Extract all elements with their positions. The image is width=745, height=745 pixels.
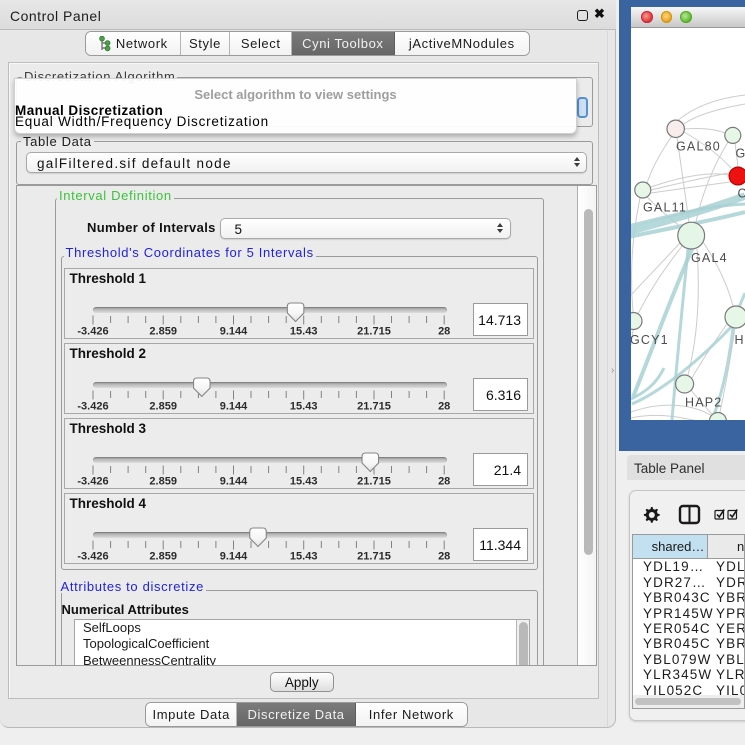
svg-text:GAL80: GAL80	[676, 140, 721, 154]
svg-text:C: C	[738, 187, 745, 201]
svg-text:GCY1: GCY1	[631, 333, 669, 347]
svg-text:2.859: 2.859	[149, 476, 177, 488]
svg-text:21.715: 21.715	[357, 326, 391, 338]
svg-text:28: 28	[438, 401, 450, 413]
svg-text:-3.426: -3.426	[77, 401, 108, 413]
svg-text:2.859: 2.859	[149, 551, 177, 563]
svg-text:15.43: 15.43	[290, 401, 318, 413]
svg-text:28: 28	[438, 326, 450, 338]
svg-text:HAP2: HAP2	[685, 396, 722, 410]
svg-text:2.859: 2.859	[149, 401, 177, 413]
svg-text:9.144: 9.144	[220, 551, 248, 563]
svg-text:GAL4: GAL4	[691, 251, 728, 265]
svg-text:9.144: 9.144	[220, 401, 248, 413]
svg-text:9.144: 9.144	[220, 476, 248, 488]
svg-text:21.715: 21.715	[357, 401, 391, 413]
svg-text:21.715: 21.715	[357, 476, 391, 488]
svg-text:GAL11: GAL11	[643, 201, 687, 215]
svg-text:15.43: 15.43	[290, 476, 318, 488]
svg-text:-3.426: -3.426	[77, 551, 108, 563]
svg-text:2.859: 2.859	[149, 326, 177, 338]
svg-text:9.144: 9.144	[220, 326, 248, 338]
svg-text:-3.426: -3.426	[77, 476, 108, 488]
svg-text:21.715: 21.715	[357, 551, 391, 563]
svg-text:GA: GA	[736, 147, 745, 161]
svg-text:-3.426: -3.426	[77, 326, 108, 338]
svg-text:15.43: 15.43	[290, 551, 318, 563]
svg-text:15.43: 15.43	[290, 326, 318, 338]
svg-text:28: 28	[438, 476, 450, 488]
svg-text:H: H	[735, 333, 745, 347]
svg-text:28: 28	[438, 551, 450, 563]
